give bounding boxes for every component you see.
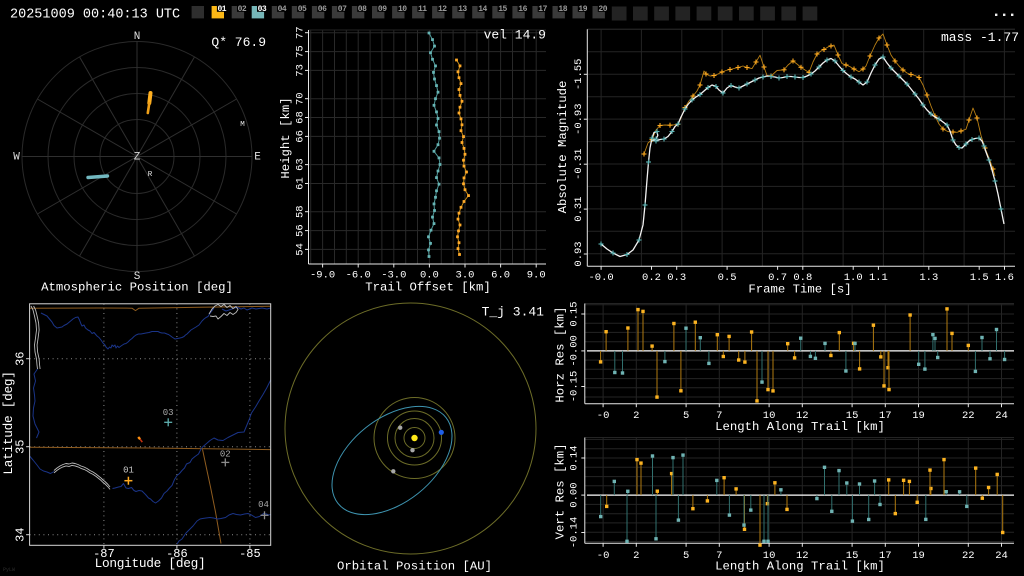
svg-text:Absolute Magnitude: Absolute Magnitude [556,81,570,214]
svg-text:16: 16 [518,5,527,14]
svg-text:06: 06 [318,5,327,14]
svg-text:-1.55: -1.55 [573,59,585,91]
svg-text:18: 18 [558,5,567,14]
svg-text:R: R [148,171,153,179]
svg-text:19: 19 [578,5,587,14]
svg-text:Z: Z [134,152,141,164]
svg-text:-0.0: -0.0 [588,272,613,284]
svg-text:04: 04 [278,5,287,14]
svg-text:5: 5 [683,550,689,562]
svg-text:-0: -0 [597,410,610,422]
svg-text:Trail Offset [km]: Trail Offset [km] [365,281,490,295]
svg-text:22: 22 [962,550,975,562]
svg-text:M: M [240,121,245,129]
svg-text:58: 58 [295,205,307,218]
svg-text:1.1: 1.1 [869,272,888,284]
svg-text:0.15: 0.15 [569,301,581,326]
svg-text:6.0: 6.0 [491,270,510,282]
svg-text:-0.15: -0.15 [569,371,581,403]
svg-text:70: 70 [295,92,307,105]
svg-text:63: 63 [295,158,307,171]
svg-text:-0: -0 [597,550,610,562]
svg-text:77: 77 [295,26,307,39]
svg-text:Frame Time [s]: Frame Time [s] [748,283,851,297]
svg-text:Latitude [deg]: Latitude [deg] [1,371,16,474]
svg-text:0.31: 0.31 [573,196,585,221]
svg-text:08: 08 [358,5,367,14]
svg-text:2: 2 [633,550,639,562]
svg-text:24: 24 [995,550,1008,562]
svg-text:PyLW: PyLW [3,567,15,573]
svg-text:68: 68 [295,111,307,124]
svg-text:66: 66 [295,130,307,143]
svg-text:-0.00: -0.00 [569,335,581,367]
svg-text:02: 02 [238,5,247,14]
svg-text:1.6: 1.6 [995,272,1014,284]
svg-text:-0.14: -0.14 [569,517,581,549]
svg-text:56: 56 [295,224,307,237]
svg-text:T_j 3.41: T_j 3.41 [482,305,545,320]
svg-text:10: 10 [398,5,407,14]
svg-text:-0.31: -0.31 [573,148,585,180]
svg-text:19: 19 [912,550,925,562]
svg-text:Length Along Trail [km]: Length Along Trail [km] [715,420,885,434]
svg-text:13: 13 [458,5,467,14]
svg-text:Atmospheric Position [deg]: Atmospheric Position [deg] [41,281,233,295]
svg-text:54: 54 [295,243,307,256]
svg-text:17: 17 [538,5,547,14]
svg-text:14: 14 [478,5,487,14]
svg-text:05: 05 [298,5,307,14]
svg-text:2: 2 [633,410,639,422]
svg-text:12: 12 [438,5,447,14]
svg-text:Longitude [deg]: Longitude [deg] [95,556,206,571]
svg-text:Length Along Trail [km]: Length Along Trail [km] [715,560,885,574]
svg-text:09: 09 [378,5,387,14]
svg-text:E: E [254,152,261,164]
svg-text:73: 73 [295,64,307,77]
svg-text:mass -1.77: mass -1.77 [941,30,1019,45]
svg-text:20251009 00:40:13 UTC: 20251009 00:40:13 UTC [10,8,180,23]
svg-text:0.14: 0.14 [569,445,581,470]
svg-text:61: 61 [295,177,307,190]
svg-text:1.5: 1.5 [970,272,989,284]
svg-text:0.5: 0.5 [718,272,737,284]
svg-text:-0.93: -0.93 [573,103,585,135]
svg-text:07: 07 [338,5,347,14]
svg-text:W: W [13,152,20,164]
svg-text:Height [km]: Height [km] [279,97,293,178]
svg-text:01: 01 [217,5,226,14]
svg-text:Horz Res [km]: Horz Res [km] [554,307,568,403]
svg-text:03: 03 [258,5,267,14]
svg-text:0.00: 0.00 [569,482,581,507]
svg-text:1.3: 1.3 [919,272,938,284]
svg-text:03: 03 [163,408,174,418]
svg-text:0.93: 0.93 [573,241,585,266]
svg-text:36: 36 [14,351,28,365]
svg-text:34: 34 [14,527,28,541]
svg-text:Orbital Position [AU]: Orbital Position [AU] [337,560,492,574]
svg-text:24: 24 [995,410,1008,422]
svg-text:5: 5 [683,410,689,422]
svg-text:-85: -85 [239,547,261,561]
svg-text:0.2: 0.2 [642,272,661,284]
svg-text:75: 75 [295,45,307,58]
svg-text:0.3: 0.3 [667,272,686,284]
svg-text:19: 19 [912,410,925,422]
svg-text:9.0: 9.0 [527,270,546,282]
svg-text:11: 11 [418,5,427,14]
svg-text:22: 22 [962,410,975,422]
svg-text:N: N [134,31,141,43]
svg-text:-9.0: -9.0 [310,270,335,282]
svg-text:02: 02 [220,450,231,460]
svg-text:20: 20 [598,5,607,14]
svg-text:04: 04 [258,500,269,510]
svg-text:vel 14.9: vel 14.9 [484,28,546,43]
svg-text:01: 01 [123,465,134,475]
svg-text:Vert Res [km]: Vert Res [km] [554,443,568,539]
svg-text:15: 15 [498,5,507,14]
svg-text:Q* 76.9: Q* 76.9 [211,35,266,50]
